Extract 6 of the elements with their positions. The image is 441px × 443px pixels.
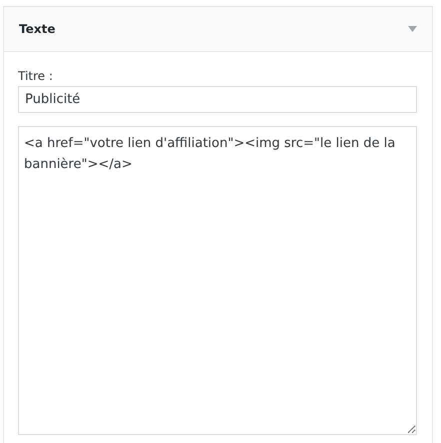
widget-title: Texte bbox=[19, 22, 56, 36]
caret-icon[interactable] bbox=[408, 26, 417, 32]
title-input[interactable]: Publicité bbox=[18, 86, 417, 113]
field-label: Titre : bbox=[18, 69, 54, 83]
widget-header[interactable]: Texte bbox=[4, 7, 432, 52]
content-textarea[interactable]: <a href="votre lien d'affiliation"><img src="le lien de la bannière"></a> bbox=[18, 126, 417, 435]
